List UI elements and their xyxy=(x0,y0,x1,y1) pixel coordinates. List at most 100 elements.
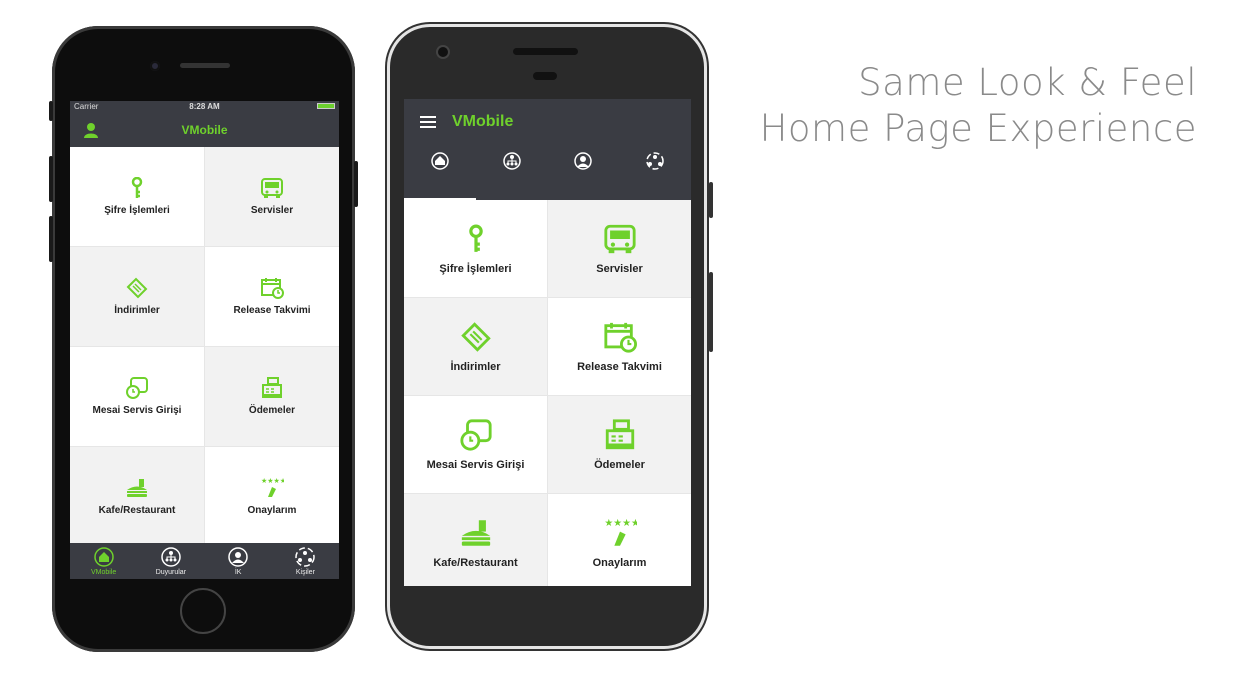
tab-label: Kişiler xyxy=(295,568,315,576)
tile-label: Servisler xyxy=(250,205,294,216)
bus-icon xyxy=(603,224,636,253)
tile-label: Release Takvimi xyxy=(577,360,662,373)
volume-rocker xyxy=(709,272,713,352)
front-camera xyxy=(438,47,448,57)
tab-home[interactable] xyxy=(404,151,476,171)
tile-label: İndirimler xyxy=(450,360,501,373)
tile-label: Kafe/Restaurant xyxy=(98,505,176,516)
tab-label: İK xyxy=(234,568,242,576)
tile-kafe-restaurant[interactable]: Kafe/Restaurant xyxy=(70,447,204,546)
key-icon xyxy=(131,177,143,198)
earpiece-speaker xyxy=(180,63,230,68)
ios-tab-bar: VMobile Duyurular İK Kişiler xyxy=(70,543,339,579)
bus-icon xyxy=(261,178,283,198)
ios-nav-bar: VMobile xyxy=(70,111,339,147)
announcements-icon xyxy=(502,152,521,170)
volume-down-button xyxy=(49,216,53,262)
contacts-icon xyxy=(295,546,316,567)
coupon-icon xyxy=(126,277,148,299)
tile-sifre-islemleri[interactable]: Şifre İşlemleri xyxy=(404,200,547,297)
tab-duyurular[interactable]: Duyurular xyxy=(137,543,204,579)
food-icon xyxy=(461,519,490,546)
contacts-icon xyxy=(646,152,664,170)
headline-line-1: Same Look & Feel xyxy=(858,61,1197,104)
svg-text:★★★★★: ★★★★★ xyxy=(261,477,284,485)
tile-indirimler[interactable]: İndirimler xyxy=(404,298,547,395)
tile-label: Ödemeler xyxy=(594,458,645,471)
headline: Same Look & Feel Home Page Experience xyxy=(760,60,1197,152)
coupon-icon xyxy=(460,321,491,352)
tile-label: Kafe/Restaurant xyxy=(433,556,518,569)
calendar-clock-icon xyxy=(261,278,284,299)
tile-onaylarim[interactable]: ★★★★★ Onaylarım xyxy=(205,447,339,546)
bus-clock-icon xyxy=(459,418,492,451)
tile-label: Ödemeler xyxy=(248,405,296,416)
android-screen: VMobile Şifre İşlemleri Servisler İndiri… xyxy=(404,99,691,586)
status-bar: Carrier 8:28 AM xyxy=(70,101,339,111)
tile-label: Servisler xyxy=(596,262,643,275)
proximity-sensor xyxy=(533,72,557,80)
tile-servisler[interactable]: Servisler xyxy=(548,200,691,297)
tile-mesai-servis-girisi[interactable]: Mesai Servis Girişi xyxy=(70,347,204,446)
home-icon xyxy=(93,546,114,567)
tile-odemeler[interactable]: Ödemeler xyxy=(205,347,339,446)
mute-switch xyxy=(49,101,53,121)
tab-label: Duyurular xyxy=(155,568,187,576)
iphone-device: Carrier 8:28 AM VMobile Şifre İşlemleri … xyxy=(49,26,358,652)
svg-text:★★★★★: ★★★★★ xyxy=(604,517,637,528)
tile-onaylarim[interactable]: ★★★★★ Onaylarım xyxy=(548,494,691,586)
front-camera xyxy=(150,61,160,71)
tile-label: Release Takvimi xyxy=(233,305,311,316)
tile-label: İndirimler xyxy=(114,305,160,316)
android-tab-strip xyxy=(404,151,691,171)
food-icon xyxy=(127,479,147,497)
tile-sifre-islemleri[interactable]: Şifre İşlemleri xyxy=(70,147,204,246)
key-icon xyxy=(468,224,483,252)
cash-register-icon xyxy=(262,377,282,398)
profile-icon xyxy=(574,152,593,170)
profile-icon xyxy=(228,546,248,567)
tile-label: Onaylarım xyxy=(247,505,297,516)
cash-register-icon xyxy=(605,418,634,449)
home-button[interactable] xyxy=(180,588,226,634)
tile-label: Mesai Servis Girişi xyxy=(426,458,525,471)
approval-stars-icon: ★★★★★ xyxy=(604,517,637,546)
earpiece-speaker xyxy=(513,48,578,55)
tile-label: Şifre İşlemleri xyxy=(104,205,170,216)
calendar-clock-icon xyxy=(603,322,637,353)
headline-line-2: Home Page Experience xyxy=(759,107,1197,150)
status-time: 8:28 AM xyxy=(189,101,220,111)
tab-announcements[interactable] xyxy=(476,151,548,171)
tab-kisiler[interactable]: Kişiler xyxy=(272,543,339,579)
announcements-icon xyxy=(161,546,181,567)
tile-indirimler[interactable]: İndirimler xyxy=(70,247,204,346)
power-button xyxy=(354,161,358,207)
tab-label: VMobile xyxy=(90,568,117,576)
ios-screen: Carrier 8:28 AM VMobile Şifre İşlemleri … xyxy=(70,101,339,579)
home-icon xyxy=(431,152,449,170)
tab-profile[interactable] xyxy=(548,151,620,171)
volume-up-button xyxy=(49,156,53,202)
tile-release-takvimi[interactable]: Release Takvimi xyxy=(548,298,691,395)
tile-label: Onaylarım xyxy=(592,556,647,569)
tile-mesai-servis-girisi[interactable]: Mesai Servis Girişi xyxy=(404,396,547,493)
tile-label: Şifre İşlemleri xyxy=(439,262,512,275)
tile-kafe-restaurant[interactable]: Kafe/Restaurant xyxy=(404,494,547,586)
android-app-bar: VMobile xyxy=(404,99,691,200)
bus-clock-icon xyxy=(126,377,148,399)
active-tab-indicator xyxy=(404,198,476,200)
app-title: VMobile xyxy=(452,113,514,130)
tab-contacts[interactable] xyxy=(619,151,691,171)
tile-servisler[interactable]: Servisler xyxy=(205,147,339,246)
tile-release-takvimi[interactable]: Release Takvimi xyxy=(205,247,339,346)
tab-ik[interactable]: İK xyxy=(205,543,272,579)
tab-vmobile[interactable]: VMobile xyxy=(70,543,137,579)
tile-odemeler[interactable]: Ödemeler xyxy=(548,396,691,493)
ios-tile-grid: Şifre İşlemleri Servisler İndirimler Rel… xyxy=(70,147,339,546)
android-device: VMobile Şifre İşlemleri Servisler İndiri… xyxy=(390,27,713,646)
power-button xyxy=(709,182,713,218)
nav-title: VMobile xyxy=(181,123,228,137)
tile-label: Mesai Servis Girişi xyxy=(92,405,182,416)
hamburger-menu-icon[interactable] xyxy=(419,115,437,134)
android-tile-grid: Şifre İşlemleri Servisler İndirimler Rel… xyxy=(404,200,691,586)
